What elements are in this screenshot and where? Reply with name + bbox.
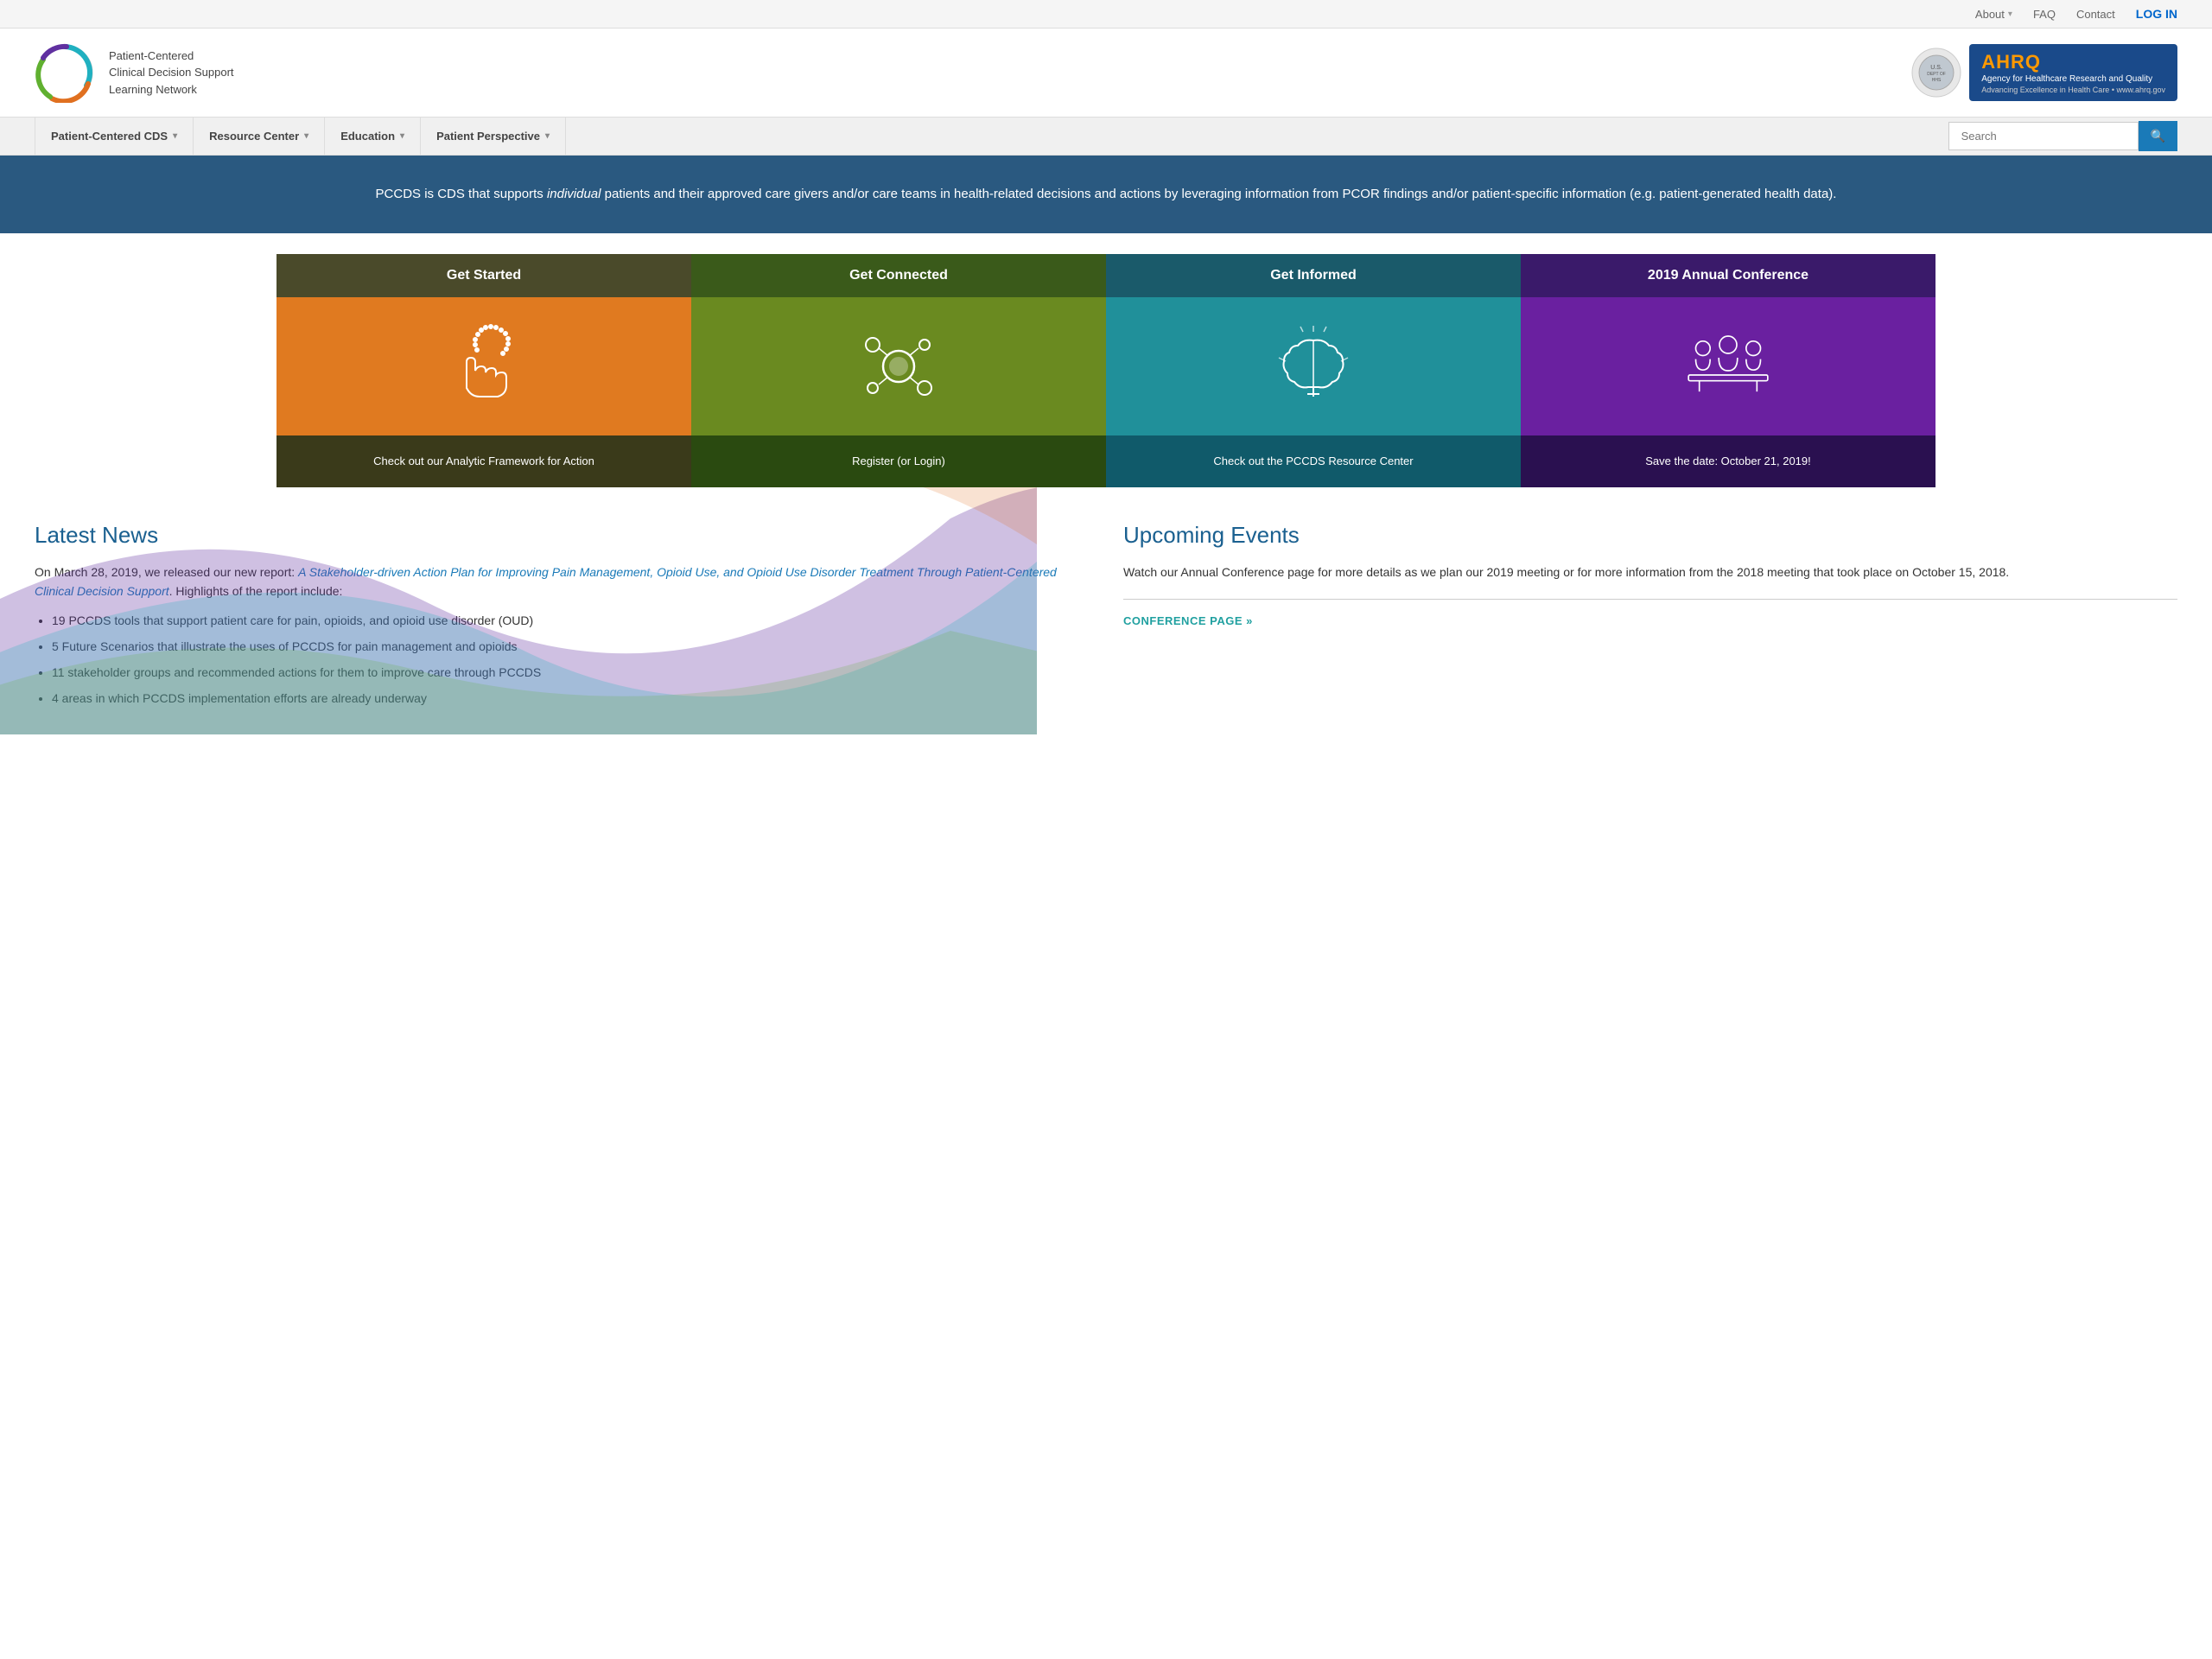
card-get-connected-icon — [691, 297, 1106, 435]
hero-text-before: PCCDS is CDS that supports — [376, 187, 547, 201]
card-conference[interactable]: 2019 Annual Conference — [1521, 254, 1936, 487]
list-item: 4 areas in which PCCDS implementation ef… — [52, 689, 1089, 709]
card-get-started-icon — [276, 297, 691, 435]
search-button[interactable]: 🔍 — [2139, 121, 2177, 151]
svg-text:DEPT OF: DEPT OF — [1927, 72, 1946, 77]
faq-link[interactable]: FAQ — [2033, 8, 2056, 21]
list-item: 5 Future Scenarios that illustrate the u… — [52, 637, 1089, 658]
ahrq-name: AHRQ — [1981, 51, 2165, 73]
ahrq-logo: U.S. DEPT OF HHS AHRQ Agency for Healthc… — [1910, 44, 2177, 101]
nav-bar: Patient-Centered CDS ▾ Resource Center ▾… — [0, 117, 2212, 156]
search-area: 🔍 — [1948, 121, 2177, 151]
logo-line1: Patient-Centered — [109, 48, 234, 65]
logo-line3: Learning Network — [109, 81, 234, 99]
hero-text-italic: individual — [547, 187, 601, 201]
about-arrow-icon: ▾ — [2008, 10, 2012, 19]
ahrq-full-name: Agency for Healthcare Research and Quali… — [1981, 73, 2165, 86]
about-link[interactable]: About — [1975, 8, 2005, 21]
header: Patient-Centered Clinical Decision Suppo… — [0, 29, 2212, 117]
card-get-connected-footer: Register (or Login) — [691, 435, 1106, 487]
svg-text:HHS: HHS — [1932, 78, 1942, 83]
card-get-started[interactable]: Get Started — [276, 254, 691, 487]
news-list: 19 PCCDS tools that support patient care… — [52, 611, 1089, 709]
nav-item-pccds[interactable]: Patient-Centered CDS ▾ — [35, 118, 194, 155]
hero-text-after: patients and their approved care givers … — [601, 187, 1836, 201]
page-wrapper: Get Started — [0, 233, 2212, 749]
hhs-seal-icon: U.S. DEPT OF HHS — [1910, 47, 1962, 99]
network-icon — [855, 323, 942, 410]
news-intro-text: On March 28, 2019, we released our new r… — [35, 565, 298, 579]
events-description: Watch our Annual Conference page for mor… — [1123, 563, 2177, 582]
content-section: Latest News On March 28, 2019, we releas… — [0, 487, 2212, 749]
news-intro-paragraph: On March 28, 2019, we released our new r… — [35, 563, 1089, 601]
nav-item-patient[interactable]: Patient Perspective ▾ — [421, 118, 566, 155]
hero-banner: PCCDS is CDS that supports individual pa… — [0, 156, 2212, 233]
site-logo-icon — [35, 42, 95, 103]
login-link[interactable]: LOG IN — [2136, 7, 2177, 21]
card-get-informed-icon — [1106, 297, 1521, 435]
events-section: Upcoming Events Watch our Annual Confere… — [1123, 522, 2177, 715]
pccds-arrow-icon: ▾ — [173, 131, 177, 141]
news-link-suffix: . Highlights of the report include: — [169, 584, 343, 598]
ahrq-badge: AHRQ Agency for Healthcare Research and … — [1969, 44, 2177, 101]
search-input[interactable] — [1948, 122, 2139, 150]
list-item: 11 stakeholder groups and recommended ac… — [52, 663, 1089, 683]
patient-arrow-icon: ▾ — [545, 131, 550, 141]
events-divider — [1123, 599, 2177, 600]
contact-link[interactable]: Contact — [2076, 8, 2115, 21]
card-get-started-title: Get Started — [276, 254, 691, 297]
nav-item-resource[interactable]: Resource Center ▾ — [194, 118, 325, 155]
news-title: Latest News — [35, 522, 1089, 549]
card-conference-footer: Save the date: October 21, 2019! — [1521, 435, 1936, 487]
logo-line2: Clinical Decision Support — [109, 64, 234, 81]
conference-page-link[interactable]: CONFERENCE PAGE » — [1123, 614, 1253, 627]
card-get-informed[interactable]: Get Informed — [1106, 254, 1521, 487]
news-section: Latest News On March 28, 2019, we releas… — [35, 522, 1089, 715]
card-get-started-footer: Check out our Analytic Framework for Act… — [276, 435, 691, 487]
list-item: 19 PCCDS tools that support patient care… — [52, 611, 1089, 632]
top-bar: About ▾ FAQ Contact LOG IN — [0, 0, 2212, 29]
hand-icon — [441, 323, 527, 410]
logo-text: Patient-Centered Clinical Decision Suppo… — [109, 48, 234, 99]
about-dropdown[interactable]: About ▾ — [1975, 8, 2012, 21]
card-conference-icon — [1521, 297, 1936, 435]
card-conference-title: 2019 Annual Conference — [1521, 254, 1936, 297]
events-title: Upcoming Events — [1123, 522, 2177, 549]
ahrq-sub-text: Advancing Excellence in Health Care • ww… — [1981, 86, 2165, 94]
nav-items: Patient-Centered CDS ▾ Resource Center ▾… — [35, 118, 1948, 155]
svg-text:U.S.: U.S. — [1930, 65, 1942, 71]
nav-item-education[interactable]: Education ▾ — [325, 118, 421, 155]
card-get-informed-title: Get Informed — [1106, 254, 1521, 297]
cards-grid: Get Started — [276, 254, 1936, 487]
card-get-connected-title: Get Connected — [691, 254, 1106, 297]
education-arrow-icon: ▾ — [400, 131, 404, 141]
cards-section: Get Started — [0, 233, 2212, 487]
meeting-icon — [1685, 323, 1771, 410]
search-icon: 🔍 — [2151, 129, 2165, 143]
card-get-connected[interactable]: Get Connected — [691, 254, 1106, 487]
logo-area: Patient-Centered Clinical Decision Suppo… — [35, 42, 234, 103]
resource-arrow-icon: ▾ — [304, 131, 308, 141]
card-get-informed-footer: Check out the PCCDS Resource Center — [1106, 435, 1521, 487]
brain-icon — [1270, 323, 1357, 410]
